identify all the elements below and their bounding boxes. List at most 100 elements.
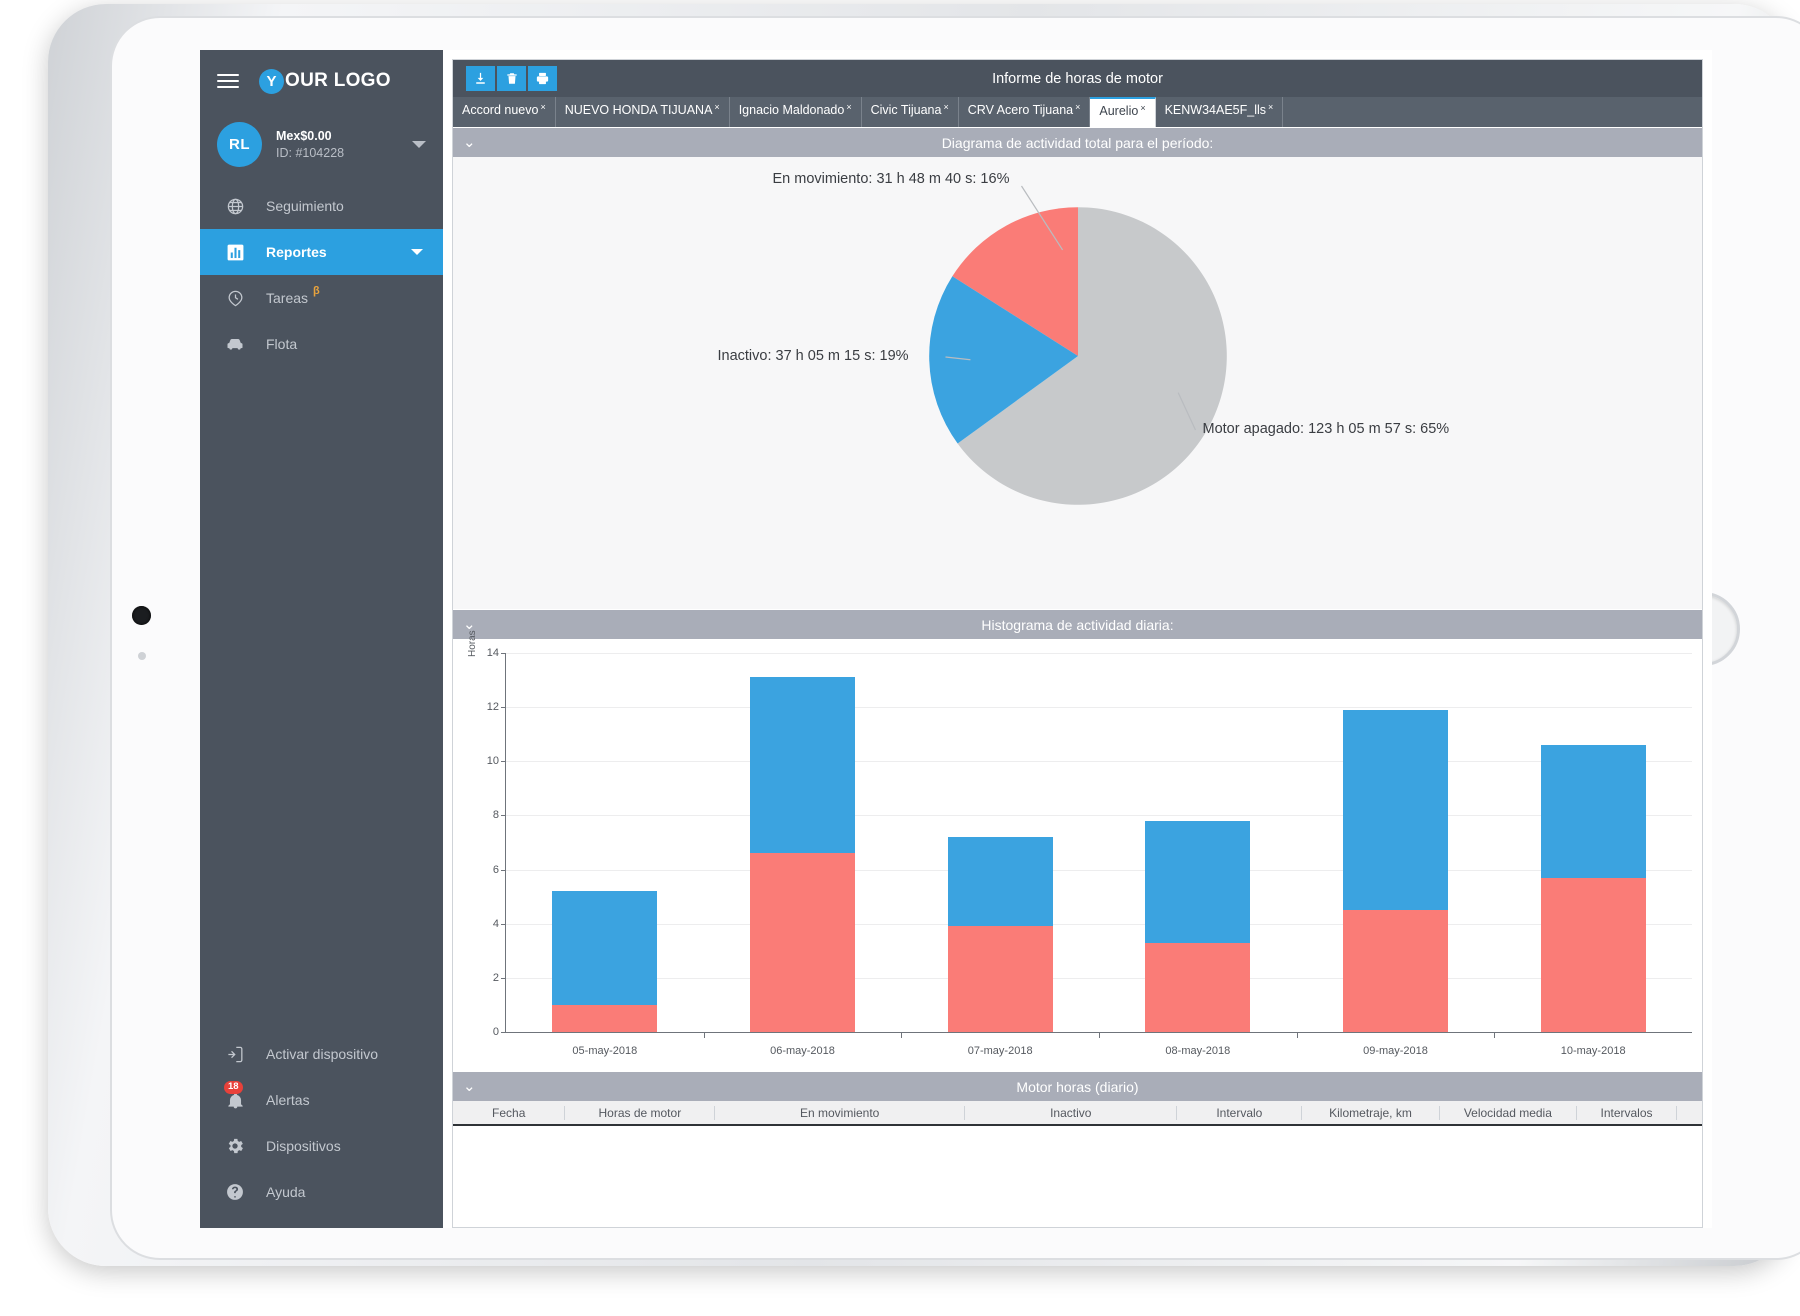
table-panel-header[interactable]: ⌄ Motor horas (diario) <box>453 1072 1702 1101</box>
gridline <box>506 761 1692 763</box>
download-button[interactable] <box>466 66 495 91</box>
tab-label: Civic Tijuana <box>870 103 942 117</box>
bar-column[interactable] <box>1343 709 1448 1032</box>
y-tick-mark <box>501 815 506 817</box>
help-circle-icon <box>220 1182 250 1202</box>
sidebar-item-ayuda[interactable]: Ayuda <box>200 1169 443 1215</box>
ambient-light-sensor <box>138 652 146 660</box>
table-column-header[interactable]: Kilometraje, km <box>1302 1105 1440 1120</box>
sidebar-item-tareas[interactable]: Tareas β <box>200 275 443 321</box>
y-tick-mark <box>501 923 506 925</box>
histogram-panel-header[interactable]: ⌄ Histograma de actividad diaria: <box>453 610 1702 639</box>
bar-segment-inactivo <box>750 677 855 854</box>
x-tick-mark <box>1099 1032 1100 1038</box>
tab-strip-filler <box>1283 97 1702 127</box>
histogram-panel: ⌄ Histograma de actividad diaria: Horas … <box>453 609 1702 1071</box>
close-icon[interactable]: × <box>943 102 948 112</box>
chevron-down-icon[interactable] <box>412 141 426 148</box>
tablet-frame: Y OUR LOGO RL Mex$0.00 ID: #104228 Segui… <box>48 4 1800 1266</box>
y-tick-mark <box>501 761 506 763</box>
pie-panel-header[interactable]: ⌄ Diagrama de actividad total para el pe… <box>453 128 1702 157</box>
bar-column[interactable] <box>947 837 1053 1032</box>
table-column-header[interactable]: En movimiento <box>715 1105 966 1120</box>
sidebar-bottom-nav: Activar dispositivo 18 Alertas Dispositi… <box>200 1031 443 1215</box>
gridline <box>506 653 1692 654</box>
sidebar-item-dispositivos[interactable]: Dispositivos <box>200 1123 443 1169</box>
bar-chart-icon <box>220 243 250 262</box>
main-content: Informe de horas de motor Accord nuevo ×… <box>443 50 1712 1228</box>
close-icon[interactable]: × <box>1268 102 1273 112</box>
gridline <box>506 707 1692 709</box>
bar-column[interactable] <box>1540 745 1646 1032</box>
delete-button[interactable] <box>497 66 526 91</box>
table-column-header[interactable]: Inactivo <box>965 1105 1178 1120</box>
close-icon[interactable]: × <box>714 102 719 112</box>
sidebar-item-activar-dispositivo[interactable]: Activar dispositivo <box>200 1031 443 1077</box>
tab-label: Ignacio Maldonado <box>738 103 845 117</box>
histogram-y-axis-label: Horas <box>467 630 478 657</box>
sidebar-item-label: Seguimiento <box>266 198 344 214</box>
sidebar-item-seguimiento[interactable]: Seguimiento <box>200 183 443 229</box>
table-column-header[interactable]: Intervalo <box>1177 1105 1303 1120</box>
sidebar-item-label: Alertas <box>266 1092 310 1108</box>
table-panel-title: Motor horas (diario) <box>1016 1078 1139 1095</box>
close-icon[interactable]: × <box>1075 102 1080 112</box>
screen: Y OUR LOGO RL Mex$0.00 ID: #104228 Segui… <box>200 50 1712 1228</box>
bar-segment-en-movimiento <box>1343 910 1448 1032</box>
bar-segment-inactivo <box>1145 820 1251 943</box>
y-tick-label: 14 <box>486 647 499 659</box>
x-tick-mark <box>1494 1032 1496 1038</box>
table-column-header[interactable]: Velocidad media <box>1440 1105 1578 1120</box>
table-column-header[interactable]: Fecha <box>453 1105 566 1120</box>
tab-civic-tijuana[interactable]: Civic Tijuana × <box>862 97 959 127</box>
account-balance: Mex$0.00 <box>276 129 332 143</box>
pie-label-motor-apagado: Motor apagado: 123 h 05 m 57 s: 65% <box>1202 421 1450 437</box>
bar-segment-inactivo <box>552 891 658 1005</box>
hamburger-icon[interactable] <box>217 70 239 92</box>
table-column-header[interactable]: Intervalos <box>1577 1105 1677 1120</box>
sidebar-item-label: Tareas <box>266 290 309 306</box>
close-icon[interactable]: × <box>540 102 545 112</box>
tab-accord-nuevo[interactable]: Accord nuevo × <box>453 97 556 127</box>
gridline <box>506 869 1692 871</box>
y-tick-label: 8 <box>492 809 499 822</box>
gridline <box>506 815 1692 817</box>
pie-chart-area: En movimiento: 31 h 48 m 40 s: 16% Inact… <box>453 157 1702 609</box>
y-tick-label: 0 <box>492 1026 499 1038</box>
bar-segment-en-movimiento <box>1145 942 1251 1032</box>
tab-kenw34ae5f[interactable]: KENW34AE5F_lls × <box>1156 97 1284 127</box>
histogram-panel-title: Histograma de actividad diaria: <box>981 616 1174 633</box>
chevron-down-icon[interactable] <box>411 249 423 255</box>
x-tick-label: 06-may-2018 <box>770 1045 835 1057</box>
alerts-badge: 18 <box>224 1081 243 1094</box>
table-column-header[interactable]: Horas de motor <box>565 1105 716 1120</box>
tab-aurelio[interactable]: Aurelio × <box>1090 97 1156 127</box>
pie-label-en-movimiento: En movimiento: 31 h 48 m 40 s: 16% <box>772 171 1010 187</box>
gear-icon <box>220 1136 250 1156</box>
tab-crv-acero-tijuana[interactable]: CRV Acero Tijuana × <box>959 97 1091 127</box>
account-switcher[interactable]: RL Mex$0.00 ID: #104228 <box>200 112 443 183</box>
histogram-plot: 0 2 4 6 8 10 12 14 05-may-2018 06-may-2018 07-m… <box>487 647 1692 1057</box>
sidebar-item-label: Dispositivos <box>266 1138 341 1154</box>
clock-pin-icon <box>220 289 250 308</box>
gridline <box>506 977 1692 979</box>
app-logo[interactable]: Y OUR LOGO <box>259 68 391 94</box>
tab-label: KENW34AE5F_lls <box>1164 103 1267 117</box>
globe-icon <box>220 197 250 216</box>
sidebar-item-alertas[interactable]: 18 Alertas <box>200 1077 443 1123</box>
tab-ignacio-maldonado[interactable]: Ignacio Maldonado × <box>730 97 862 127</box>
bar-column[interactable] <box>750 677 855 1032</box>
tab-nuevo-honda-tijuana[interactable]: NUEVO HONDA TIJUANA × <box>556 97 730 127</box>
close-icon[interactable]: × <box>846 102 851 112</box>
bar-column[interactable] <box>552 891 658 1032</box>
print-button[interactable] <box>528 66 557 91</box>
bar-column[interactable] <box>1145 820 1251 1032</box>
tab-strip: Accord nuevo × NUEVO HONDA TIJUANA × Ign… <box>453 97 1702 127</box>
sidebar-item-label: Ayuda <box>266 1184 306 1200</box>
sidebar-item-flota[interactable]: Flota <box>200 321 443 367</box>
report-window: Informe de horas de motor Accord nuevo ×… <box>452 59 1703 1228</box>
close-icon[interactable]: × <box>1140 103 1145 113</box>
front-camera <box>132 606 151 625</box>
tab-label: CRV Acero Tijuana <box>967 103 1074 117</box>
sidebar-item-reportes[interactable]: Reportes <box>200 229 443 275</box>
